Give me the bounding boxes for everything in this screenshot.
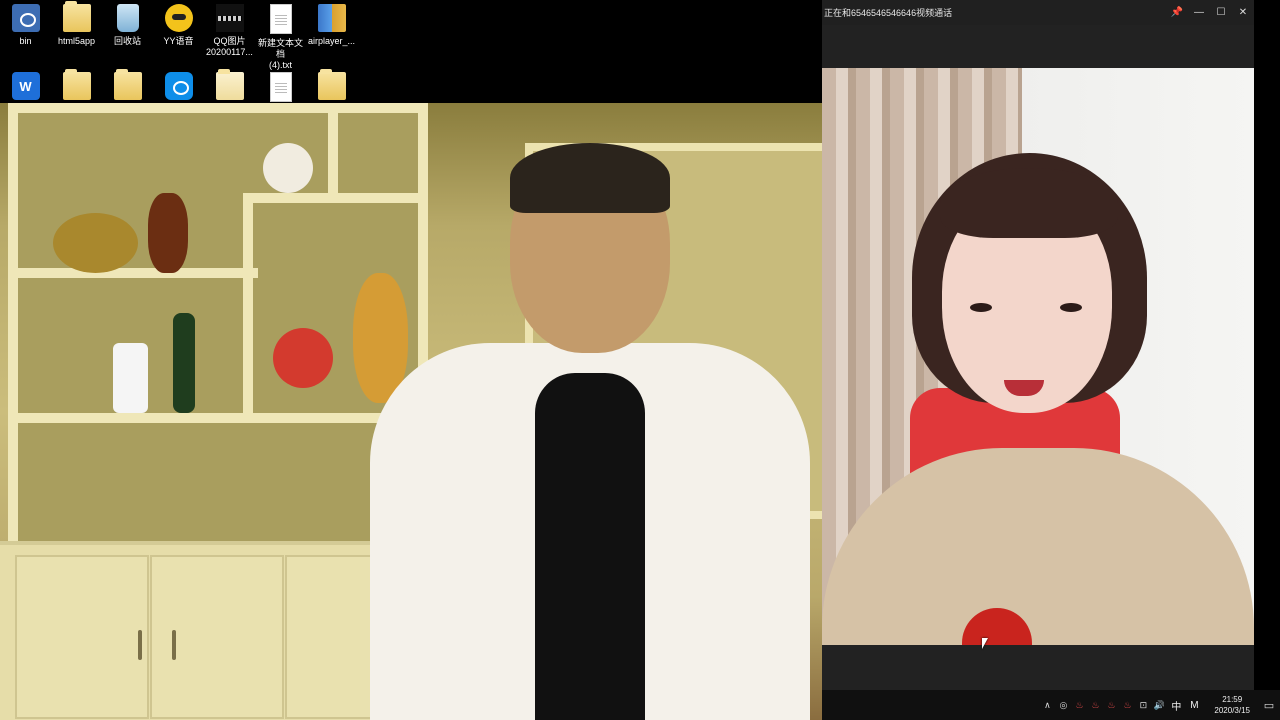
desktop-icon-label: bin <box>19 36 32 46</box>
local-webcam-feed <box>0 103 822 720</box>
ime-mode-indicator[interactable]: M <box>1186 700 1202 711</box>
desktop-icon-yy[interactable]: YY语音 <box>153 4 204 71</box>
cabinet-door <box>15 555 149 719</box>
cabinet <box>0 541 410 720</box>
cabinet-handle <box>138 630 142 660</box>
bookshelf <box>8 103 428 563</box>
desktop-icon-label: airplayer_... <box>307 36 356 46</box>
folder-icon <box>62 69 91 100</box>
video-call-window: 正在和6546546546646视频通话 📌 — ☐ ✕ <box>822 0 1254 690</box>
desktop-icon-media-folder[interactable] <box>306 69 357 102</box>
cabinet-handle <box>172 630 176 660</box>
system-tray: ∧ ◎ ♨ ♨ ♨ ♨ ⊡ 🔊 中 M <box>1040 697 1206 713</box>
plush-toy <box>53 213 138 273</box>
remote-user-bangs <box>940 168 1118 238</box>
yy-voice-icon <box>164 4 193 32</box>
desktop-icon-recycle-bin[interactable]: 回收站 <box>102 4 153 71</box>
tray-flame-icon[interactable]: ♨ <box>1104 697 1118 713</box>
folder-icon <box>62 1 91 32</box>
call-window-title: 正在和6546546546646视频通话 <box>824 8 953 18</box>
show-hidden-icons-icon[interactable]: ∧ <box>1040 697 1054 713</box>
desktop-icon-folder-2[interactable] <box>204 69 255 102</box>
desktop-icon-bin[interactable]: bin <box>0 4 51 71</box>
wps-icon: W <box>11 72 40 100</box>
megaphone <box>113 343 148 413</box>
folder-icon <box>215 69 244 100</box>
tray-flame-icon[interactable]: ♨ <box>1088 697 1102 713</box>
shelf-divider <box>328 113 338 193</box>
desktop-icon-new-text-file[interactable]: 新建文本文档 (4).txt <box>255 4 306 71</box>
image-file-icon <box>215 4 244 32</box>
local-user <box>370 143 810 720</box>
desktop-icon-label: 回收站 <box>113 36 141 46</box>
archive-icon <box>317 4 346 32</box>
text-file-icon <box>269 72 292 102</box>
violin <box>148 193 188 273</box>
recycle-bin-icon <box>116 4 139 32</box>
cabinet-door <box>150 555 284 719</box>
mouse-cursor-icon <box>982 638 988 649</box>
desktop-icon-folder[interactable] <box>51 69 102 102</box>
eye <box>1060 303 1082 312</box>
desktop-icons-row-1: bin html5app 回收站 YY语音 QQ图片 20200117... 新… <box>0 1 357 71</box>
program-icon <box>11 4 40 32</box>
desktop-icon-teamviewer[interactable] <box>153 72 204 102</box>
shelf-divider <box>243 193 253 413</box>
desktop-icon-label: QQ图片 20200117... <box>206 36 253 57</box>
maximize-button[interactable]: ☐ <box>1210 0 1232 25</box>
volume-icon[interactable]: 🔊 <box>1152 697 1166 713</box>
remote-video-feed[interactable] <box>822 68 1254 645</box>
taskbar-clock[interactable]: 21:59 2020/3/15 <box>1206 694 1258 716</box>
tray-app-icon[interactable]: ◎ <box>1056 697 1070 713</box>
text-file-icon <box>269 4 292 34</box>
figurine <box>263 143 313 193</box>
desktop-icon-user-folder[interactable] <box>102 69 153 102</box>
clock-time: 21:59 <box>1222 695 1243 704</box>
pin-button[interactable]: 📌 <box>1166 0 1188 25</box>
network-icon[interactable]: ⊡ <box>1136 697 1150 713</box>
desktop-icon-wps[interactable]: W <box>0 72 51 102</box>
tray-flame-icon[interactable]: ♨ <box>1072 697 1086 713</box>
media-folder-icon <box>317 69 346 100</box>
desktop-icon-text-file[interactable] <box>255 72 306 102</box>
user-folder-icon <box>113 69 142 100</box>
hair <box>510 143 670 213</box>
champagne-bottle <box>173 313 195 413</box>
teamviewer-icon <box>164 72 193 100</box>
clock-date: 2020/3/15 <box>1214 706 1250 715</box>
tray-flame-icon[interactable]: ♨ <box>1120 697 1134 713</box>
call-window-titlebar[interactable]: 正在和6546546546646视频通话 📌 — ☐ ✕ <box>822 0 1254 25</box>
close-button[interactable]: ✕ <box>1232 0 1254 25</box>
desktop-icon-label: 新建文本文档 (4).txt <box>257 38 303 70</box>
desktop: bin html5app 回收站 YY语音 QQ图片 20200117... 新… <box>0 0 822 720</box>
red-cap <box>273 328 333 388</box>
desktop-icon-html5app[interactable]: html5app <box>51 1 102 71</box>
shelf-board <box>18 413 418 423</box>
desktop-icon-qq-image[interactable]: QQ图片 20200117... <box>204 4 255 71</box>
black-tshirt <box>535 373 645 720</box>
eye <box>970 303 992 312</box>
desktop-icon-airplayer[interactable]: airplayer_... <box>306 4 357 71</box>
notification-center-icon[interactable]: ▭ <box>1258 690 1280 720</box>
shelf-board <box>18 268 258 278</box>
minimize-button[interactable]: — <box>1188 0 1210 25</box>
desktop-icon-label: YY语音 <box>163 36 194 46</box>
desktop-edge <box>1254 0 1280 690</box>
desktop-icons-row-2: W <box>0 69 357 102</box>
taskbar: ∧ ◎ ♨ ♨ ♨ ♨ ⊡ 🔊 中 M 21:59 2020/3/15 ▭ <box>822 690 1280 720</box>
ime-language-indicator[interactable]: 中 <box>1168 698 1184 713</box>
call-top-bar <box>822 25 1254 68</box>
desktop-icon-label: html5app <box>57 36 96 46</box>
call-bottom-bar <box>822 645 1254 690</box>
